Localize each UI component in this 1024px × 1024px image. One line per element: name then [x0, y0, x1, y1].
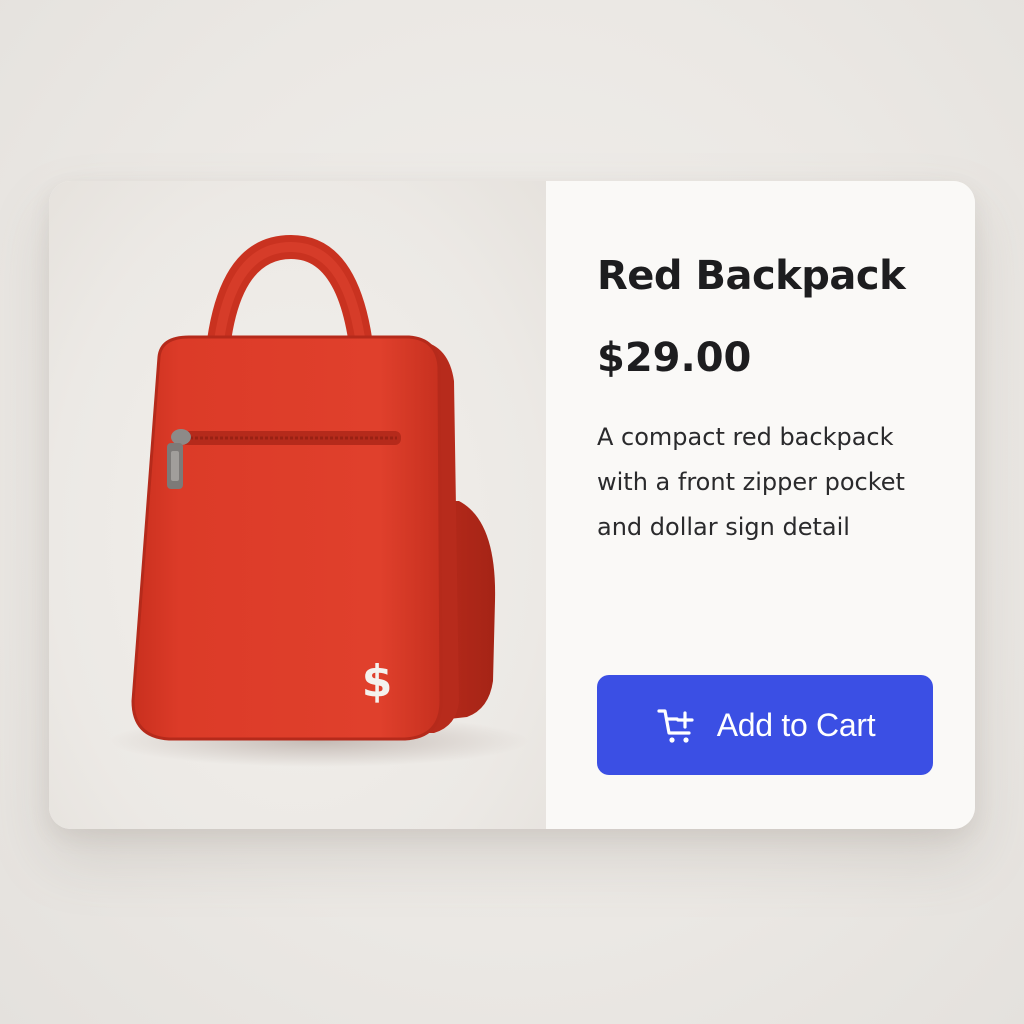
add-to-cart-label: Add to Cart — [716, 706, 876, 743]
product-title: Red Backpack — [597, 253, 906, 299]
red-backpack-image: $ — [109, 234, 529, 767]
svg-text:$: $ — [362, 656, 393, 707]
product-info-panel: Red Backpack $29.00 A compact red backpa… — [546, 181, 975, 829]
product-price: $29.00 — [597, 335, 752, 381]
cart-plus-icon — [655, 703, 699, 747]
product-image-panel: $ — [49, 181, 546, 829]
product-description: A compact red backpack with a front zipp… — [597, 423, 905, 541]
add-to-cart-button[interactable]: Add to Cart — [597, 675, 933, 775]
product-card: $ Red Backpack $29.00 A compact red back… — [49, 181, 975, 829]
